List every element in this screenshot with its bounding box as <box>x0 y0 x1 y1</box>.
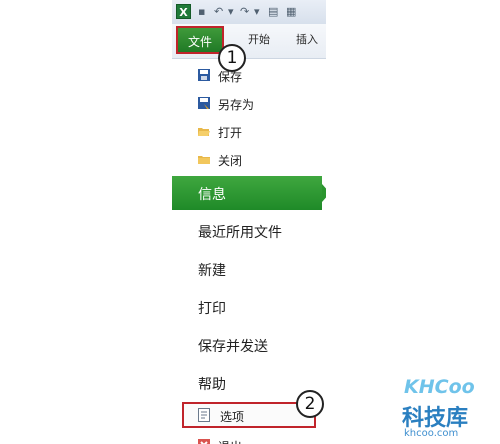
menu-close-label: 关闭 <box>218 154 243 168</box>
excel-backstage-panel: X ▪ ↶ ▾ ↷ ▾ ▤ ▦ 文件 开始 插入 保存 另存为 打开 关闭 信息… <box>172 0 326 444</box>
menu-save-send-label: 保存并发送 <box>198 339 268 355</box>
menu-open-label: 打开 <box>218 126 243 140</box>
menu-print[interactable]: 打印 <box>172 290 326 324</box>
menu-new-label: 新建 <box>198 263 226 279</box>
quick-access-toolbar: X ▪ ↶ ▾ ↷ ▾ ▤ ▦ <box>172 0 326 25</box>
menu-open[interactable]: 打开 <box>172 118 326 146</box>
tab-insert[interactable]: 插入 <box>296 26 318 54</box>
undo-dropdown-icon[interactable]: ▾ <box>228 5 234 18</box>
menu-info-selected[interactable]: 信息 <box>172 176 326 210</box>
menu-exit-label: 退出 <box>218 438 242 444</box>
menu-new[interactable]: 新建 <box>172 252 326 286</box>
menu-info-label: 信息 <box>198 187 226 203</box>
menu-save-as[interactable]: 另存为 <box>172 90 326 118</box>
redo-dropdown-icon[interactable]: ▾ <box>254 5 260 18</box>
options-icon <box>198 408 210 422</box>
callout-2: 2 <box>296 390 324 418</box>
menu-print-label: 打印 <box>198 301 226 317</box>
redo-icon[interactable]: ↷ <box>240 5 249 18</box>
menu-exit[interactable]: 退出 <box>172 432 326 444</box>
menu-help-label: 帮助 <box>198 377 226 393</box>
excel-app-icon[interactable]: X <box>176 4 191 19</box>
menu-close[interactable]: 关闭 <box>172 146 326 174</box>
exit-icon <box>198 439 210 444</box>
watermark-url: khcoo.com <box>404 428 459 439</box>
menu-save-as-label: 另存为 <box>218 98 255 112</box>
save-icon <box>198 69 210 81</box>
undo-icon[interactable]: ↶ <box>214 5 223 18</box>
tab-home[interactable]: 开始 <box>248 26 270 54</box>
save-as-icon <box>198 97 210 109</box>
watermark: KHCoo 科技库 khcoo.com <box>398 370 498 444</box>
qat-customize-icon[interactable]: ▤ <box>268 5 278 18</box>
menu-save-send[interactable]: 保存并发送 <box>172 328 326 362</box>
file-tab[interactable]: 文件 <box>176 26 224 54</box>
menu-options-label: 选项 <box>220 410 245 424</box>
qat-save-icon[interactable]: ▪ <box>198 5 205 18</box>
callout-1: 1 <box>218 44 246 72</box>
ribbon-tabs: 文件 开始 插入 <box>172 24 326 59</box>
menu-recent[interactable]: 最近所用文件 <box>172 214 326 248</box>
menu-save[interactable]: 保存 <box>172 62 326 90</box>
close-folder-icon <box>198 156 210 164</box>
qat-more-icon[interactable]: ▦ <box>286 5 296 18</box>
open-folder-icon <box>198 128 210 136</box>
watermark-logo: KHCoo <box>404 376 475 398</box>
screenshot-stage: X ▪ ↶ ▾ ↷ ▾ ▤ ▦ 文件 开始 插入 保存 另存为 打开 关闭 信息… <box>0 0 500 444</box>
selected-arrow <box>322 184 326 202</box>
menu-recent-label: 最近所用文件 <box>198 225 282 241</box>
